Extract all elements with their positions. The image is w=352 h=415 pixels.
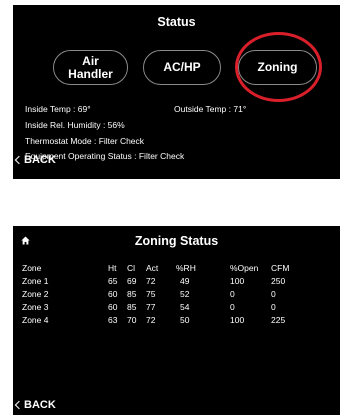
page-title: Status bbox=[157, 15, 196, 29]
zone-cfm: 0 bbox=[271, 301, 276, 312]
back-label: BACK bbox=[24, 399, 56, 411]
zone-rh: 54 bbox=[180, 301, 190, 312]
table-row: Zone 2 60 85 75 52 0 0 bbox=[22, 287, 311, 300]
zone-rh: 49 bbox=[180, 275, 190, 286]
zone-cl: 85 bbox=[127, 301, 137, 312]
zone-name: Zone 1 bbox=[22, 275, 49, 286]
table-row: Zone 4 63 70 72 50 100 225 bbox=[22, 313, 311, 326]
zone-open: 0 bbox=[230, 288, 235, 299]
zone-act: 75 bbox=[146, 288, 156, 299]
column-header-open: %Open bbox=[230, 262, 259, 273]
zone-rh: 52 bbox=[180, 288, 190, 299]
zone-name: Zone 2 bbox=[22, 288, 49, 299]
column-header-rh: %RH bbox=[176, 262, 196, 273]
column-header-cfm: CFM bbox=[271, 262, 290, 273]
zone-ht: 65 bbox=[108, 275, 118, 286]
ac-hp-button[interactable]: AC/HP bbox=[143, 50, 221, 85]
zone-open: 0 bbox=[230, 301, 235, 312]
table-header-row: Zone Ht Cl Act %RH %Open CFM bbox=[22, 261, 311, 274]
zone-cl: 85 bbox=[127, 288, 137, 299]
zoning-back-button[interactable]: BACK bbox=[14, 399, 56, 411]
zoning-button[interactable]: Zoning bbox=[238, 50, 317, 85]
air-handler-label-line1: Air bbox=[82, 53, 99, 68]
table-row: Zone 3 60 85 77 54 0 0 bbox=[22, 300, 311, 313]
zone-act: 72 bbox=[146, 314, 156, 325]
zone-ht: 60 bbox=[108, 301, 118, 312]
zone-ht: 60 bbox=[108, 288, 118, 299]
back-label: BACK bbox=[24, 154, 56, 166]
zone-cfm: 225 bbox=[271, 314, 286, 325]
zone-rh: 50 bbox=[180, 314, 190, 325]
ac-hp-label: AC/HP bbox=[163, 60, 201, 74]
thermostat-mode: Thermostat Mode : Filter Check bbox=[25, 136, 145, 146]
air-handler-button[interactable]: Air Handler bbox=[53, 50, 128, 85]
zone-cl: 69 bbox=[127, 275, 137, 286]
zone-act: 72 bbox=[146, 275, 156, 286]
zone-act: 77 bbox=[146, 301, 156, 312]
zone-name: Zone 3 bbox=[22, 301, 49, 312]
column-header-cl: Cl bbox=[127, 262, 136, 273]
zone-name: Zone 4 bbox=[22, 314, 49, 325]
zoning-status-panel: Zoning Status Zone Ht Cl Act %RH %Open C… bbox=[13, 226, 340, 415]
column-header-zone: Zone bbox=[22, 262, 42, 273]
zone-cfm: 0 bbox=[271, 288, 276, 299]
zone-cl: 70 bbox=[127, 314, 137, 325]
status-back-button[interactable]: BACK bbox=[14, 154, 56, 166]
outside-temp: Outside Temp : 71° bbox=[174, 104, 247, 114]
inside-temp: Inside Temp : 69° bbox=[25, 104, 91, 114]
zoning-title: Zoning Status bbox=[134, 234, 219, 248]
table-row: Zone 1 65 69 72 49 100 250 bbox=[22, 274, 311, 287]
chevron-left-icon bbox=[14, 155, 24, 165]
zone-ht: 63 bbox=[108, 314, 118, 325]
status-panel: Status Air Handler AC/HP Zoning Inside T… bbox=[13, 5, 340, 179]
column-header-ht: Ht bbox=[108, 262, 117, 273]
zoning-label: Zoning bbox=[257, 60, 298, 74]
zone-open: 100 bbox=[230, 275, 245, 286]
chevron-left-icon bbox=[14, 400, 24, 410]
zoning-table: Zone Ht Cl Act %RH %Open CFM Zone 1 65 6… bbox=[22, 261, 311, 326]
zone-open: 100 bbox=[230, 314, 245, 325]
air-handler-label-line2: Handler bbox=[68, 66, 113, 81]
zone-cfm: 250 bbox=[271, 275, 286, 286]
column-header-act: Act bbox=[146, 262, 159, 273]
inside-humidity: Inside Rel. Humidity : 56% bbox=[25, 120, 125, 130]
